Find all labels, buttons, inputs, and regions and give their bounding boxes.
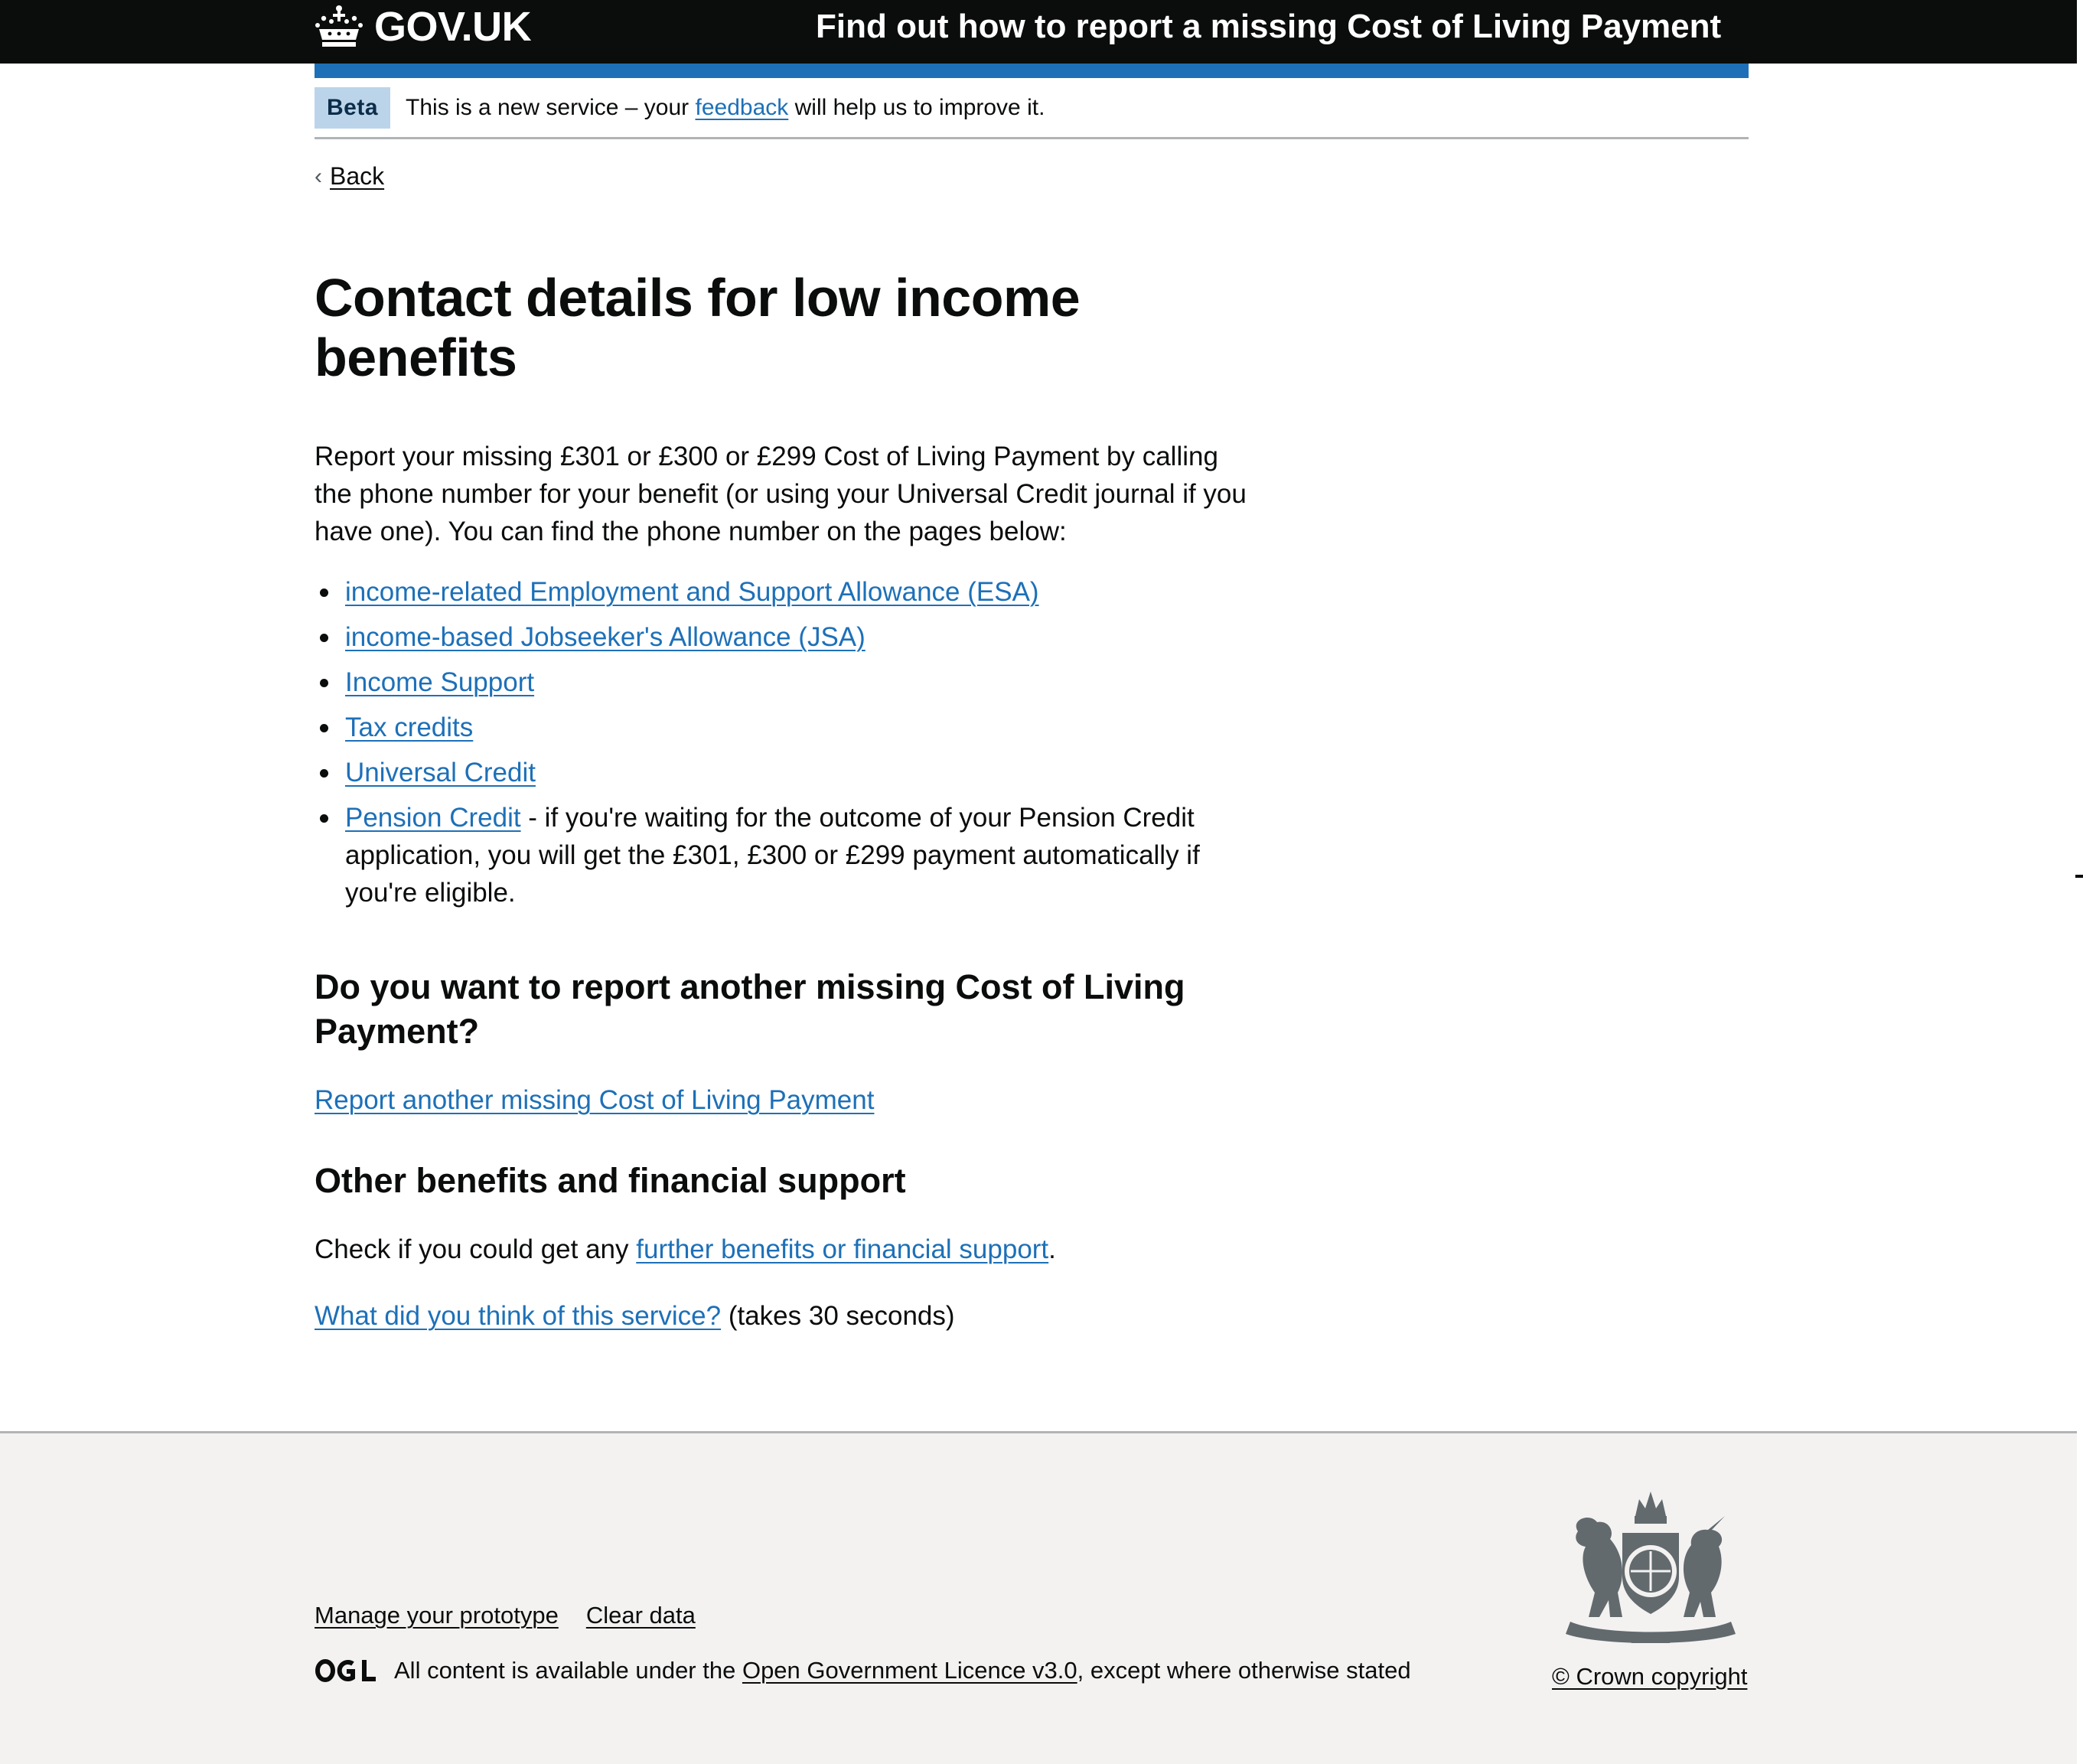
list-item: income-based Jobseeker's Allowance (JSA) <box>315 618 1256 656</box>
scrollbar-marker <box>2075 875 2083 878</box>
phase-banner: Beta This is a new service – your feedba… <box>315 78 1749 139</box>
intro-paragraph: Report your missing £301 or £300 or £299… <box>315 442 1247 546</box>
list-item: Universal Credit <box>315 754 1256 791</box>
phase-text-after: will help us to improve it. <box>788 94 1045 120</box>
service-feedback-link[interactable]: What did you think of this service? <box>315 1301 721 1331</box>
esa-link[interactable]: income-related Employment and Support Al… <box>345 577 1039 607</box>
govuk-logo-link[interactable]: GOV.UK <box>315 0 532 54</box>
other-benefits-paragraph: Check if you could get any further benef… <box>315 1231 1256 1268</box>
phase-text-before: This is a new service – your <box>406 94 696 120</box>
crown-copyright-link[interactable]: © Crown copyright <box>1552 1663 1747 1690</box>
logo-text: GOV.UK <box>374 4 532 50</box>
phase-banner-text: This is a new service – your feedback wi… <box>406 95 1045 121</box>
jsa-link[interactable]: income-based Jobseeker's Allowance (JSA) <box>345 622 865 652</box>
feedback-paragraph: What did you think of this service? (tak… <box>315 1297 1256 1335</box>
back-link-container: ‹ Back <box>315 162 384 191</box>
licence-row: All content is available under the Open … <box>315 1657 1411 1684</box>
feedback-duration: (takes 30 seconds) <box>721 1301 955 1331</box>
report-another-link[interactable]: Report another missing Cost of Living Pa… <box>315 1085 874 1115</box>
header-blue-bar <box>315 64 1749 78</box>
crown-icon <box>315 5 363 47</box>
list-item: Pension Credit - if you're waiting for t… <box>315 799 1256 911</box>
pension-credit-link[interactable]: Pension Credit <box>345 803 521 833</box>
manage-prototype-link[interactable]: Manage your prototype <box>315 1602 559 1629</box>
tax-credits-link[interactable]: Tax credits <box>345 712 473 742</box>
licence-text: All content is available under the Open … <box>394 1657 1411 1684</box>
licence-before: All content is available under the <box>394 1657 742 1684</box>
footer-links: Manage your prototype Clear data <box>315 1602 696 1629</box>
list-item: income-related Employment and Support Al… <box>315 573 1256 611</box>
clear-data-link[interactable]: Clear data <box>586 1602 696 1629</box>
ogl-licence-link[interactable]: Open Government Licence v3.0 <box>742 1657 1077 1684</box>
copyright-container: © Crown copyright <box>1552 1663 1747 1691</box>
further-benefits-link[interactable]: further benefits or financial support <box>636 1234 1048 1264</box>
phase-tag: Beta <box>315 86 391 129</box>
back-chevron-icon: ‹ <box>315 163 322 189</box>
benefits-list: income-related Employment and Support Al… <box>315 573 1256 911</box>
page-title: Contact details for low income benefits <box>315 268 1081 387</box>
other-text-after: . <box>1048 1234 1056 1264</box>
other-benefits-heading: Other benefits and financial support <box>315 1161 906 1200</box>
feedback-link[interactable]: feedback <box>696 95 789 120</box>
ogl-logo-icon <box>315 1659 376 1682</box>
other-text-before: Check if you could get any <box>315 1234 637 1264</box>
service-name-link[interactable]: Find out how to report a missing Cost of… <box>816 0 1721 54</box>
universal-credit-link[interactable]: Universal Credit <box>345 758 536 787</box>
govuk-header: GOV.UK Find out how to report a missing … <box>0 0 2077 64</box>
royal-coat-of-arms-icon <box>1566 1492 1736 1643</box>
list-item: Tax credits <box>315 709 1256 746</box>
licence-after: , except where otherwise stated <box>1077 1657 1411 1684</box>
list-item: Income Support <box>315 664 1256 701</box>
income-support-link[interactable]: Income Support <box>345 667 534 697</box>
another-payment-heading: Do you want to report another missing Co… <box>315 967 1185 1051</box>
govuk-footer: Manage your prototype Clear data All con… <box>0 1431 2077 1764</box>
main-content: Contact details for low income benefits … <box>315 268 1256 1335</box>
back-link[interactable]: Back <box>330 162 384 191</box>
